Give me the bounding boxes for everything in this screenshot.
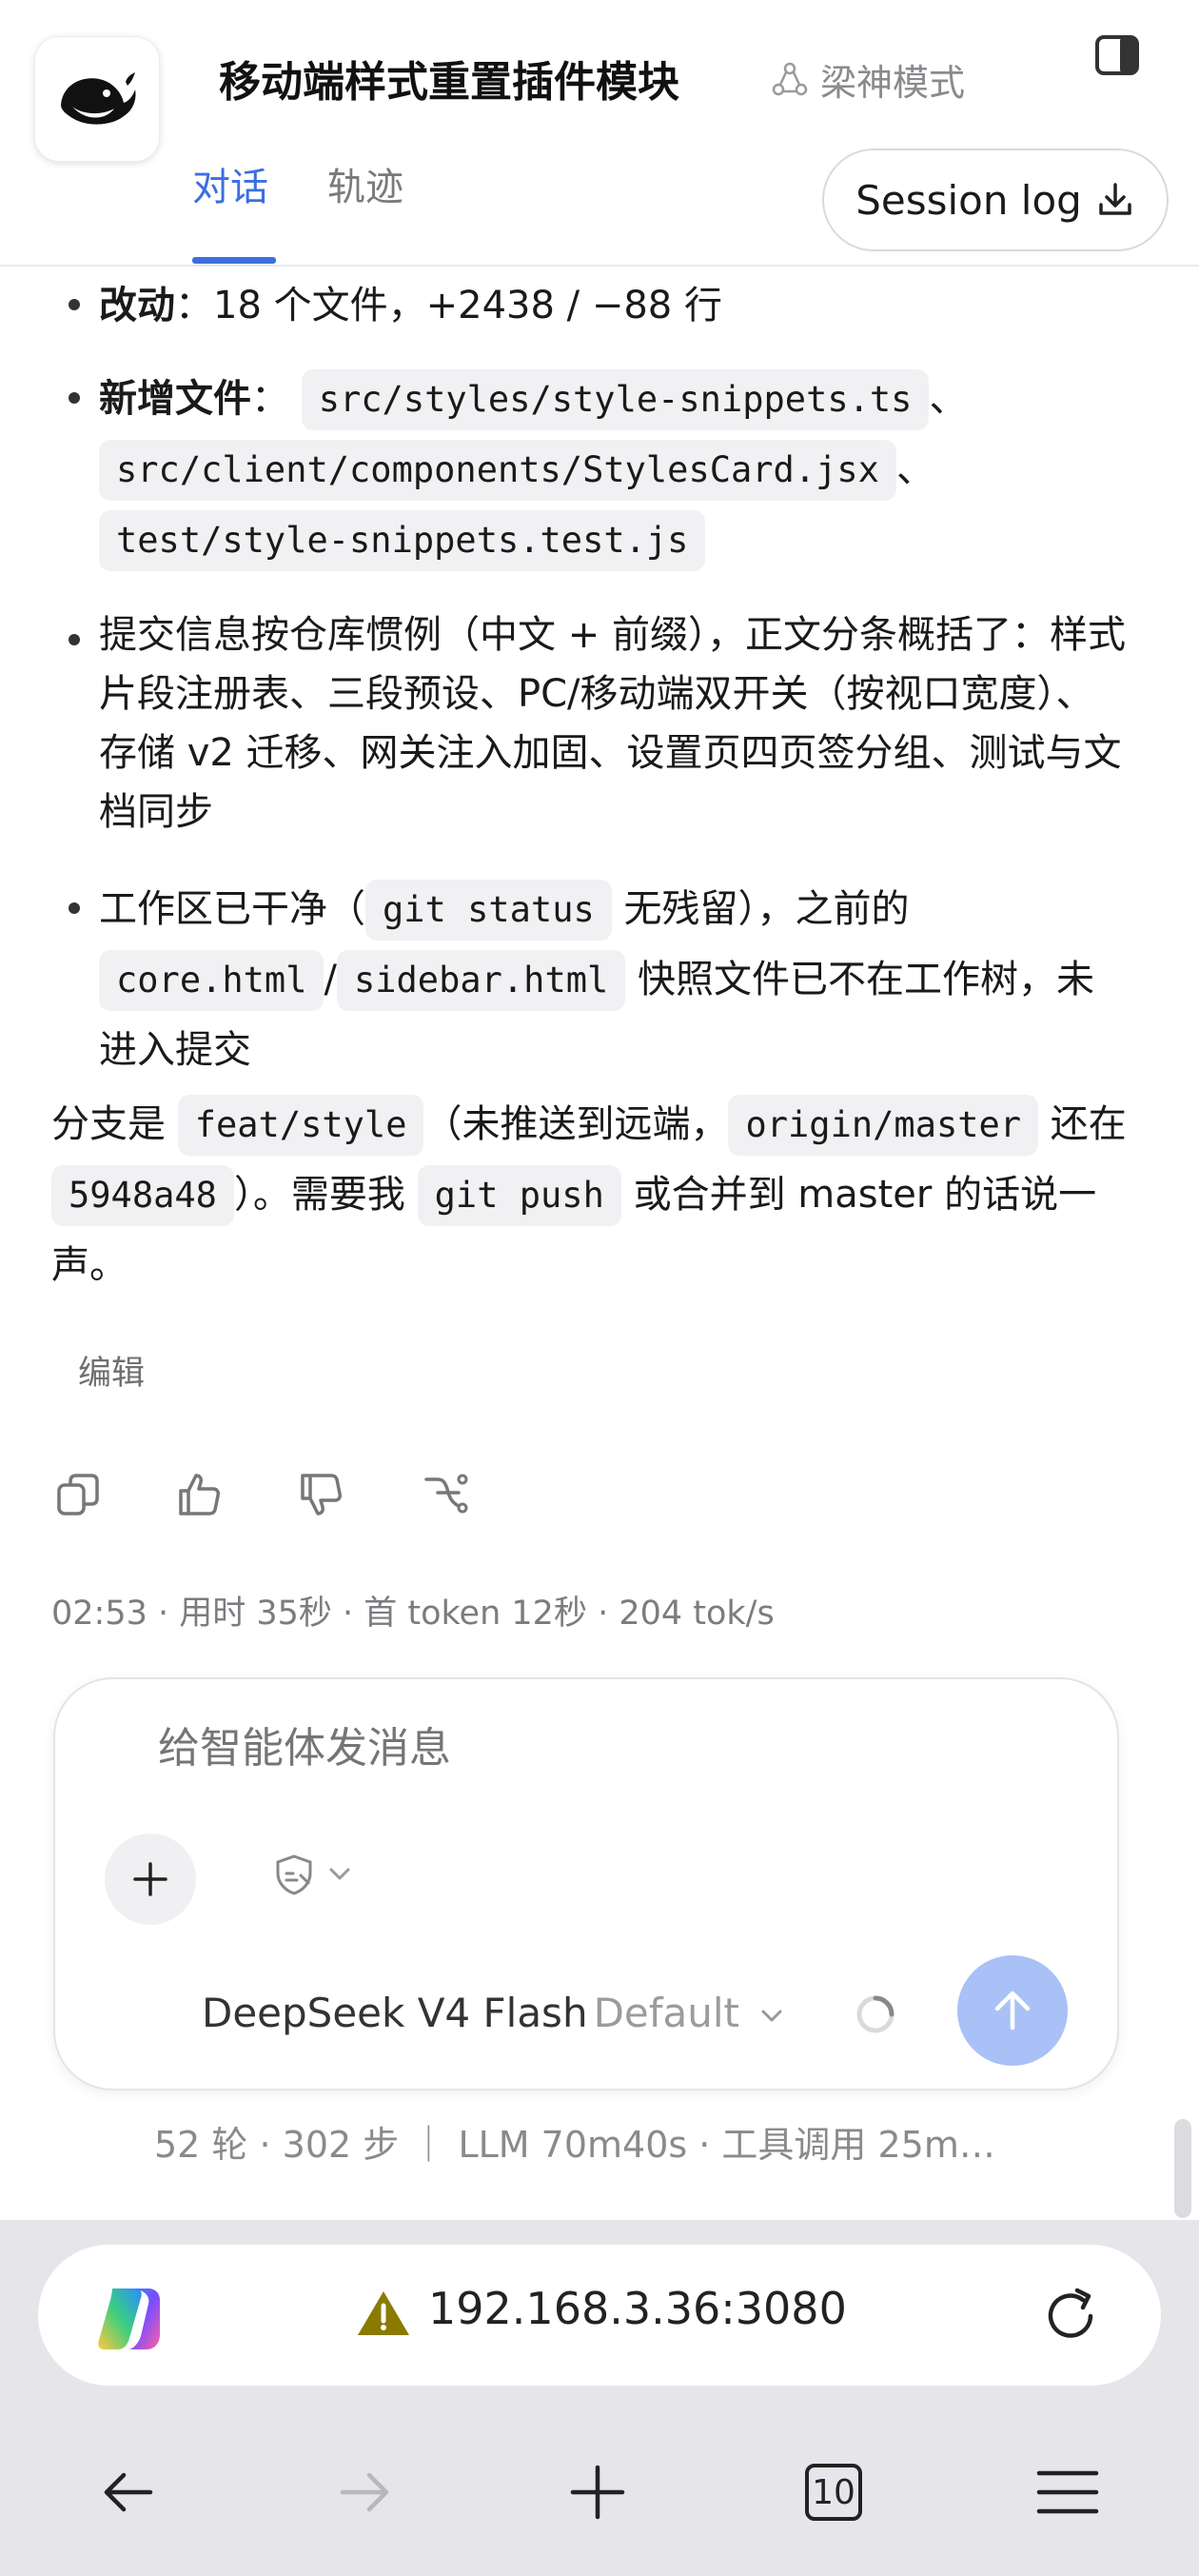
- code-chip: feat/style: [177, 1095, 424, 1156]
- tab-trace[interactable]: 轨迹: [327, 156, 403, 211]
- bullet-marker: [69, 392, 80, 404]
- closing-paragraph: 声。: [51, 1243, 128, 1287]
- send-button[interactable]: [957, 1955, 1068, 2066]
- hamburger-menu-icon: [1036, 2470, 1099, 2514]
- menu-button[interactable]: [1030, 2454, 1106, 2530]
- message-input[interactable]: [156, 1723, 1016, 1773]
- download-icon: [1099, 183, 1131, 215]
- code-chip: origin/master: [728, 1095, 1039, 1156]
- thumbs-up-icon[interactable]: [175, 1470, 225, 1519]
- thumbs-down-icon[interactable]: [297, 1470, 346, 1519]
- list-item-continuation: test/style-snippets.test.js: [99, 505, 1127, 575]
- edit-button[interactable]: 编辑: [78, 1346, 145, 1395]
- bullet-marker: [69, 902, 80, 914]
- session-stats: 52 轮 · 302 步 ｜ LLM 70m40s · 工具调用 25m…: [154, 2124, 995, 2166]
- arrow-right-icon: [340, 2472, 389, 2512]
- list-item: 工作区已干净（ git status 无残留），之前的: [99, 874, 1127, 944]
- code-chip: 5948a48: [51, 1165, 234, 1226]
- code-chip: git push: [417, 1165, 621, 1226]
- plus-icon: [570, 2465, 625, 2520]
- model-variant: Default: [593, 1990, 740, 2036]
- add-attachment-button[interactable]: [105, 1833, 196, 1925]
- chevron-down-icon: [761, 2010, 782, 2021]
- code-chip: test/style-snippets.test.js: [99, 510, 706, 571]
- list-item-continuation: src/client/components/StylesCard.jsx、: [99, 434, 1127, 505]
- arrow-up-icon: [994, 1991, 1031, 2031]
- plus-icon: [133, 1862, 167, 1896]
- code-chip: core.html: [99, 950, 324, 1011]
- model-name: DeepSeek V4 Flash: [202, 1990, 588, 2036]
- bullet-text: ：18 个文件，+2438 / −88 行: [175, 284, 722, 327]
- tab-chat[interactable]: 对话: [192, 156, 268, 211]
- copy-icon[interactable]: [53, 1470, 103, 1519]
- tab-count: 10: [812, 2472, 855, 2512]
- mode-label: 梁神模式: [820, 62, 966, 104]
- share-nodes-icon: [772, 62, 808, 95]
- code-chip: git status: [365, 880, 612, 941]
- scrollbar-thumb[interactable]: [1174, 2119, 1191, 2218]
- reload-icon[interactable]: [1037, 2283, 1104, 2349]
- active-tab-indicator: [192, 257, 276, 264]
- shield-edit-icon: [276, 1854, 312, 1895]
- sidebar-toggle-icon[interactable]: [1094, 34, 1140, 76]
- list-item: 提交信息按仓库惯例（中文 + 前缀），正文分条概括了：样式片段注册表、三段预设、…: [99, 613, 1126, 834]
- closing-paragraph: 分支是 feat/style （未推送到远端， origin/master 还在: [51, 1089, 1136, 1159]
- back-button[interactable]: [91, 2454, 167, 2530]
- bullet-marker: [69, 634, 80, 645]
- list-item: 改动：18 个文件，+2438 / −88 行: [99, 270, 1127, 341]
- new-tab-button[interactable]: [560, 2454, 636, 2530]
- mode-toggle[interactable]: 梁神模式: [771, 53, 965, 106]
- code-chip: sidebar.html: [336, 950, 626, 1011]
- forward-button[interactable]: [325, 2454, 402, 2530]
- tabs-button[interactable]: 10: [796, 2454, 872, 2530]
- closing-paragraph: 5948a48 ）。需要我 git push 或合并到 master 的话说一: [51, 1159, 1155, 1230]
- model-selector[interactable]: DeepSeek V4 Flash Default: [202, 1990, 786, 2036]
- branch-icon[interactable]: [421, 1470, 470, 1519]
- loading-spinner-icon: [856, 1995, 894, 2033]
- list-item: 新增文件： src/styles/style-snippets.ts、: [99, 364, 1127, 434]
- arrow-left-icon: [104, 2472, 153, 2512]
- whale-icon: [61, 72, 136, 125]
- bullet-bold-label: 改动: [99, 284, 175, 327]
- bullet-bold-label: 新增文件: [99, 377, 251, 421]
- code-chip: src/styles/style-snippets.ts: [301, 369, 930, 430]
- copilot-icon[interactable]: [91, 2281, 167, 2357]
- list-item-continuation: core.html / sidebar.html 快照文件已不在工作树，未进入提交: [99, 944, 1127, 1085]
- bullet-marker: [69, 299, 80, 310]
- session-log-label: Session log: [855, 176, 1082, 224]
- page-title: 移动端样式重置插件模块: [219, 58, 679, 107]
- session-log-button[interactable]: Session log: [822, 149, 1169, 251]
- permission-selector[interactable]: [272, 1853, 354, 1896]
- warning-icon[interactable]: [356, 2289, 411, 2338]
- response-meta: 02:53 · 用时 35秒 · 首 token 12秒 · 204 tok/s: [51, 1595, 775, 1633]
- app-logo[interactable]: [34, 36, 160, 162]
- code-chip: src/client/components/StylesCard.jsx: [99, 440, 896, 501]
- url-text[interactable]: 192.168.3.36:3080: [428, 2283, 847, 2334]
- chevron-down-icon: [329, 1868, 350, 1880]
